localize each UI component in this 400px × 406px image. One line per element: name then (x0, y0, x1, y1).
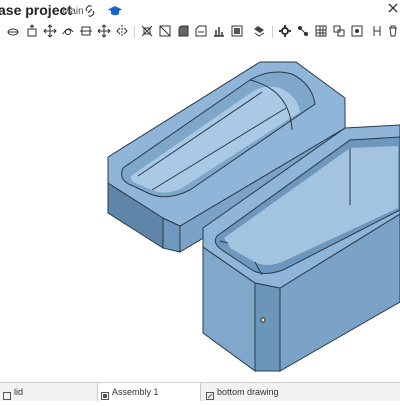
mirror-icon[interactable] (115, 24, 129, 38)
tab-bottom-drawing[interactable]: bottom drawing (203, 383, 313, 401)
link-icon[interactable] (84, 4, 96, 17)
loft-icon[interactable] (79, 24, 93, 38)
group-icon[interactable] (350, 24, 364, 38)
title-bar: ase project Main (0, 0, 400, 22)
part-studio-icon (3, 388, 11, 400)
boolean-icon[interactable] (158, 24, 172, 38)
move-icon[interactable] (97, 24, 111, 38)
gear-icon[interactable] (278, 24, 292, 38)
close-icon[interactable] (388, 1, 398, 18)
tab-bar: lid Assembly 1 bottom drawing (0, 382, 400, 401)
tab-label: bottom drawing (217, 387, 279, 397)
tab-assembly-1[interactable]: Assembly 1 (97, 383, 201, 401)
replicate-icon[interactable] (332, 24, 346, 38)
mate-icon[interactable] (252, 24, 266, 38)
tab-label: lid (14, 387, 24, 397)
fillet-icon[interactable] (176, 24, 190, 38)
revolve-icon[interactable] (43, 24, 57, 38)
assembly-model[interactable] (0, 42, 400, 382)
chamfer-icon[interactable] (194, 24, 208, 38)
section-icon[interactable] (370, 24, 384, 38)
drawing-icon (206, 388, 214, 400)
pattern-icon[interactable] (140, 24, 154, 38)
shell-icon[interactable] (212, 24, 226, 38)
branch-label[interactable]: Main (62, 6, 84, 17)
graduation-cap-icon[interactable] (108, 4, 122, 16)
sketch-icon[interactable] (6, 24, 20, 38)
graphics-viewport[interactable] (0, 42, 400, 382)
sweep-icon[interactable] (61, 24, 75, 38)
delete-icon[interactable] (386, 24, 400, 38)
hole-icon[interactable] (230, 24, 244, 38)
tab-lid[interactable]: lid (0, 383, 95, 401)
tab-label: Assembly 1 (112, 387, 159, 397)
extrude-icon[interactable] (25, 24, 39, 38)
table-icon[interactable] (314, 24, 328, 38)
mechanism-icon[interactable] (296, 24, 310, 38)
toolbar (0, 22, 400, 42)
assembly-icon (101, 388, 109, 400)
